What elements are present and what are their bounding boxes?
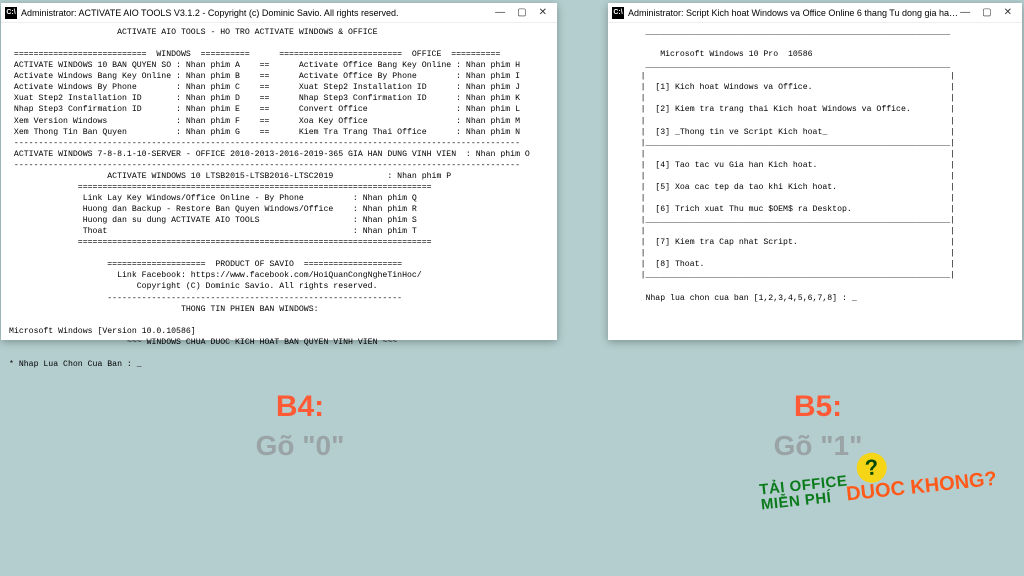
step-label: B5: [688, 390, 948, 424]
minimize-button[interactable]: — [495, 7, 505, 18]
step-label: B4: [170, 390, 430, 424]
close-button[interactable]: ✕ [539, 7, 547, 18]
console-window-right: C:\ Administrator: Script Kich hoat Wind… [608, 3, 1022, 340]
watermark: ? TẢI OFFICE MIỄN PHÍ DUOC KHONG? [759, 473, 850, 512]
action-label: Gõ "0" [170, 430, 430, 462]
cmd-icon: C:\ [612, 7, 624, 19]
minimize-button[interactable]: — [960, 7, 970, 18]
titlebar[interactable]: C:\ Administrator: ACTIVATE AIO TOOLS V3… [1, 3, 557, 23]
caption-left: B4: Gõ "0" [170, 390, 430, 462]
titlebar[interactable]: C:\ Administrator: Script Kich hoat Wind… [608, 3, 1022, 23]
close-button[interactable]: ✕ [1004, 7, 1012, 18]
caption-right: B5: Gõ "1" [688, 390, 948, 462]
maximize-button[interactable]: ▢ [517, 7, 526, 18]
window-controls: — ▢ ✕ [495, 7, 553, 18]
cmd-icon: C:\ [5, 7, 17, 19]
console-output[interactable]: ________________________________________… [608, 23, 1022, 308]
action-label: Gõ "1" [688, 430, 948, 462]
window-title: Administrator: ACTIVATE AIO TOOLS V3.1.2… [21, 8, 495, 18]
window-controls: — ▢ ✕ [960, 7, 1018, 18]
console-window-left: C:\ Administrator: ACTIVATE AIO TOOLS V3… [1, 3, 557, 340]
maximize-button[interactable]: ▢ [982, 7, 991, 18]
console-output[interactable]: ACTIVATE AIO TOOLS - HO TRO ACTIVATE WIN… [1, 23, 557, 374]
window-title: Administrator: Script Kich hoat Windows … [628, 8, 960, 18]
